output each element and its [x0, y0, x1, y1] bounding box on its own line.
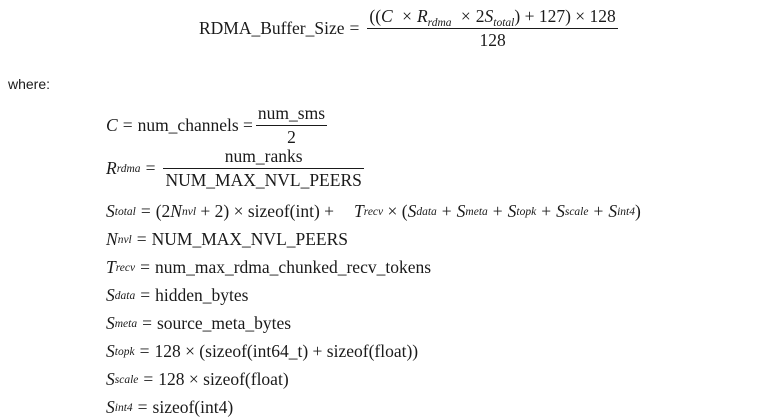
sym-s: S	[106, 397, 115, 417]
equals-sign: =	[349, 17, 360, 38]
stotal-close: )	[635, 201, 641, 221]
def-n-rhs: NUM_MAX_NVL_PEERS	[151, 229, 349, 249]
num-open: ((	[369, 6, 382, 26]
stotal-part2: + 2) × sizeof(int) +	[200, 201, 335, 221]
sym-r: R	[106, 157, 117, 178]
def-s-data: Sdata = hidden_bytes	[106, 285, 249, 305]
def-smeta-rhs: source_meta_bytes	[156, 313, 292, 333]
stotal-part1: (2	[155, 201, 171, 221]
var-c: C	[381, 6, 393, 26]
plus-sign: +	[441, 201, 452, 221]
main-formula: RDMA_Buffer_Size = ((C × Rrdma × 2Stotal) …	[199, 6, 621, 50]
plus-sign: +	[492, 201, 503, 221]
const-two: 2	[475, 6, 485, 26]
def-r-fraction: num_ranks NUM_MAX_NVL_PEERS	[163, 146, 364, 190]
sym-s: S	[106, 341, 115, 361]
def-t-rhs: num_max_rdma_chunked_recv_tokens	[154, 257, 432, 277]
main-fraction: ((C × Rrdma × 2Stotal) + 127) × 128 128	[367, 6, 618, 50]
plus-sign: +	[593, 201, 604, 221]
def-stopk-rhs: 128 × (sizeof(int64_t) + sizeof(float))	[154, 341, 419, 361]
equals-sign: =	[145, 157, 156, 178]
sym-c: C	[106, 114, 118, 135]
equals-sign: =	[142, 313, 152, 333]
equals-sign: =	[137, 397, 148, 417]
equals-sign: =	[139, 341, 150, 361]
def-sscale-rhs: 128 × sizeof(float)	[158, 369, 289, 389]
where-label: where:	[8, 76, 51, 92]
equals-sign: =	[140, 285, 151, 305]
num-close: ) + 127) × 128	[514, 6, 616, 26]
def-s-topk: Stopk = 128 × (sizeof(int64_t) + sizeof(…	[106, 341, 419, 361]
def-s-meta: Smeta = source_meta_bytes	[106, 313, 292, 333]
sym-n: N	[106, 229, 118, 249]
equals-sign: =	[140, 257, 150, 277]
sym-s-meta: S	[456, 201, 466, 221]
sym-t: T	[354, 201, 364, 221]
def-n-nvl: Nnvl = NUM_MAX_NVL_PEERS	[106, 229, 349, 249]
def-sint4-rhs: sizeof(int4)	[152, 397, 234, 417]
sym-s: S	[106, 201, 115, 221]
def-c-fraction: num_sms 2	[255, 103, 328, 147]
def-t-recv: Trecv = num_max_rdma_chunked_recv_tokens	[106, 257, 432, 277]
def-c-denominator: 2	[255, 124, 328, 147]
times-sign: ×	[402, 6, 412, 26]
def-r-numerator: num_ranks	[224, 146, 303, 166]
sym-s: S	[106, 369, 115, 389]
equals-sign: =	[140, 201, 151, 221]
def-s-scale: Sscale = 128 × sizeof(float)	[106, 369, 289, 389]
def-r-denominator: NUM_MAX_NVL_PEERS	[163, 167, 364, 190]
sym-t: T	[106, 257, 116, 277]
def-sdata-rhs: hidden_bytes	[155, 285, 249, 305]
equals-sign: =	[143, 369, 154, 389]
def-s-total: Stotal = (2 Nnvl + 2) × sizeof(int) + Tre…	[106, 201, 641, 221]
stotal-part3: × (	[387, 201, 408, 221]
def-r-rdma: Rrdma = num_ranks NUM_MAX_NVL_PEERS	[106, 146, 364, 190]
var-r: R	[416, 6, 428, 26]
equals-sign: =	[136, 229, 147, 249]
sym-n: N	[170, 201, 182, 221]
def-s-int4: Sint4 = sizeof(int4)	[106, 397, 234, 417]
var-s: S	[484, 6, 494, 26]
plus-sign: +	[541, 201, 552, 221]
def-c-numerator: num_sms	[257, 103, 326, 123]
formula-lhs: RDMA_Buffer_Size	[199, 17, 345, 38]
sym-s-data: S	[407, 201, 417, 221]
sym-s: S	[106, 313, 115, 333]
times-sign: ×	[460, 6, 471, 26]
sym-s-int4: S	[608, 201, 618, 221]
sym-s: S	[106, 285, 115, 305]
def-c: C = num_channels = num_sms 2	[106, 103, 330, 147]
sym-s-topk: S	[507, 201, 517, 221]
main-numerator: ((C × Rrdma × 2Stotal) + 127) × 128	[367, 6, 617, 29]
def-c-rhs: num_channels =	[137, 114, 253, 135]
equals-sign: =	[122, 114, 133, 135]
sym-s-scale: S	[556, 201, 565, 221]
main-denominator: 128	[367, 27, 618, 50]
